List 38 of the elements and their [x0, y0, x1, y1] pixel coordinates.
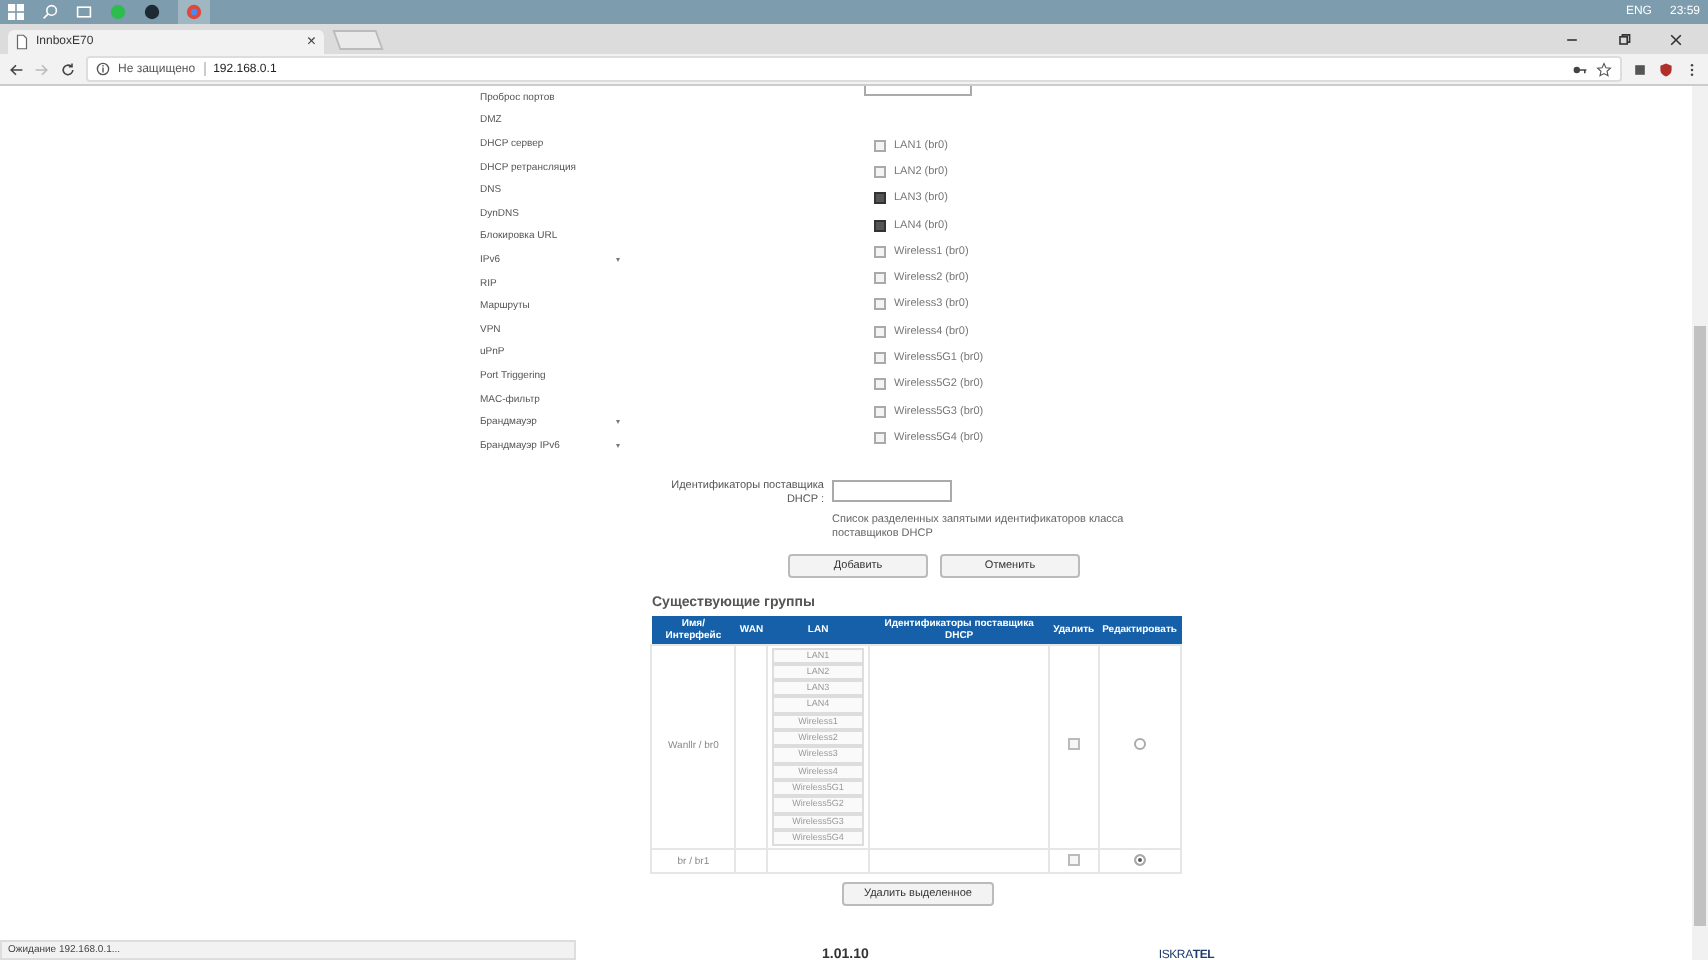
- search-icon[interactable]: [42, 4, 58, 20]
- select-field[interactable]: [864, 86, 972, 96]
- restore-icon[interactable]: [1616, 32, 1632, 48]
- browser-icon[interactable]: [178, 0, 210, 24]
- close-tab-button[interactable]: ×: [306, 34, 316, 50]
- checkbox[interactable]: [874, 431, 886, 444]
- checkbox[interactable]: [874, 245, 886, 258]
- new-tab-button[interactable]: [332, 30, 384, 50]
- checkbox[interactable]: [874, 139, 886, 152]
- checkbox[interactable]: [874, 325, 886, 338]
- star-icon[interactable]: [1596, 61, 1612, 77]
- radio-button[interactable]: [1133, 738, 1146, 751]
- windows-start-icon[interactable]: [8, 4, 24, 20]
- scrollbar[interactable]: [1692, 86, 1708, 960]
- vendor-id-field[interactable]: [832, 479, 952, 502]
- checkbox[interactable]: [874, 405, 886, 418]
- task-view-icon[interactable]: [76, 4, 92, 20]
- forward-arrow-icon[interactable]: [34, 61, 50, 77]
- back-arrow-icon[interactable]: [8, 61, 24, 77]
- chat-app-icon[interactable]: [110, 4, 126, 20]
- radio-button[interactable]: [1133, 853, 1146, 866]
- key-icon[interactable]: [1572, 61, 1588, 77]
- info-icon[interactable]: [96, 62, 110, 76]
- dark-app-icon[interactable]: [144, 4, 160, 20]
- checkbox[interactable]: [874, 298, 886, 311]
- checkbox[interactable]: [874, 378, 886, 391]
- checkbox[interactable]: [1067, 853, 1080, 866]
- page-icon: [16, 34, 28, 50]
- checkbox[interactable]: [874, 219, 886, 232]
- checkbox[interactable]: [1067, 738, 1080, 751]
- checkbox[interactable]: [874, 192, 886, 205]
- checkbox[interactable]: [874, 272, 886, 285]
- checkbox[interactable]: [874, 352, 886, 365]
- close-icon[interactable]: [1668, 32, 1684, 48]
- extension-icon[interactable]: [1632, 61, 1648, 77]
- reload-icon[interactable]: [60, 61, 76, 77]
- shield-icon[interactable]: [1658, 61, 1674, 77]
- checkbox[interactable]: [874, 165, 886, 178]
